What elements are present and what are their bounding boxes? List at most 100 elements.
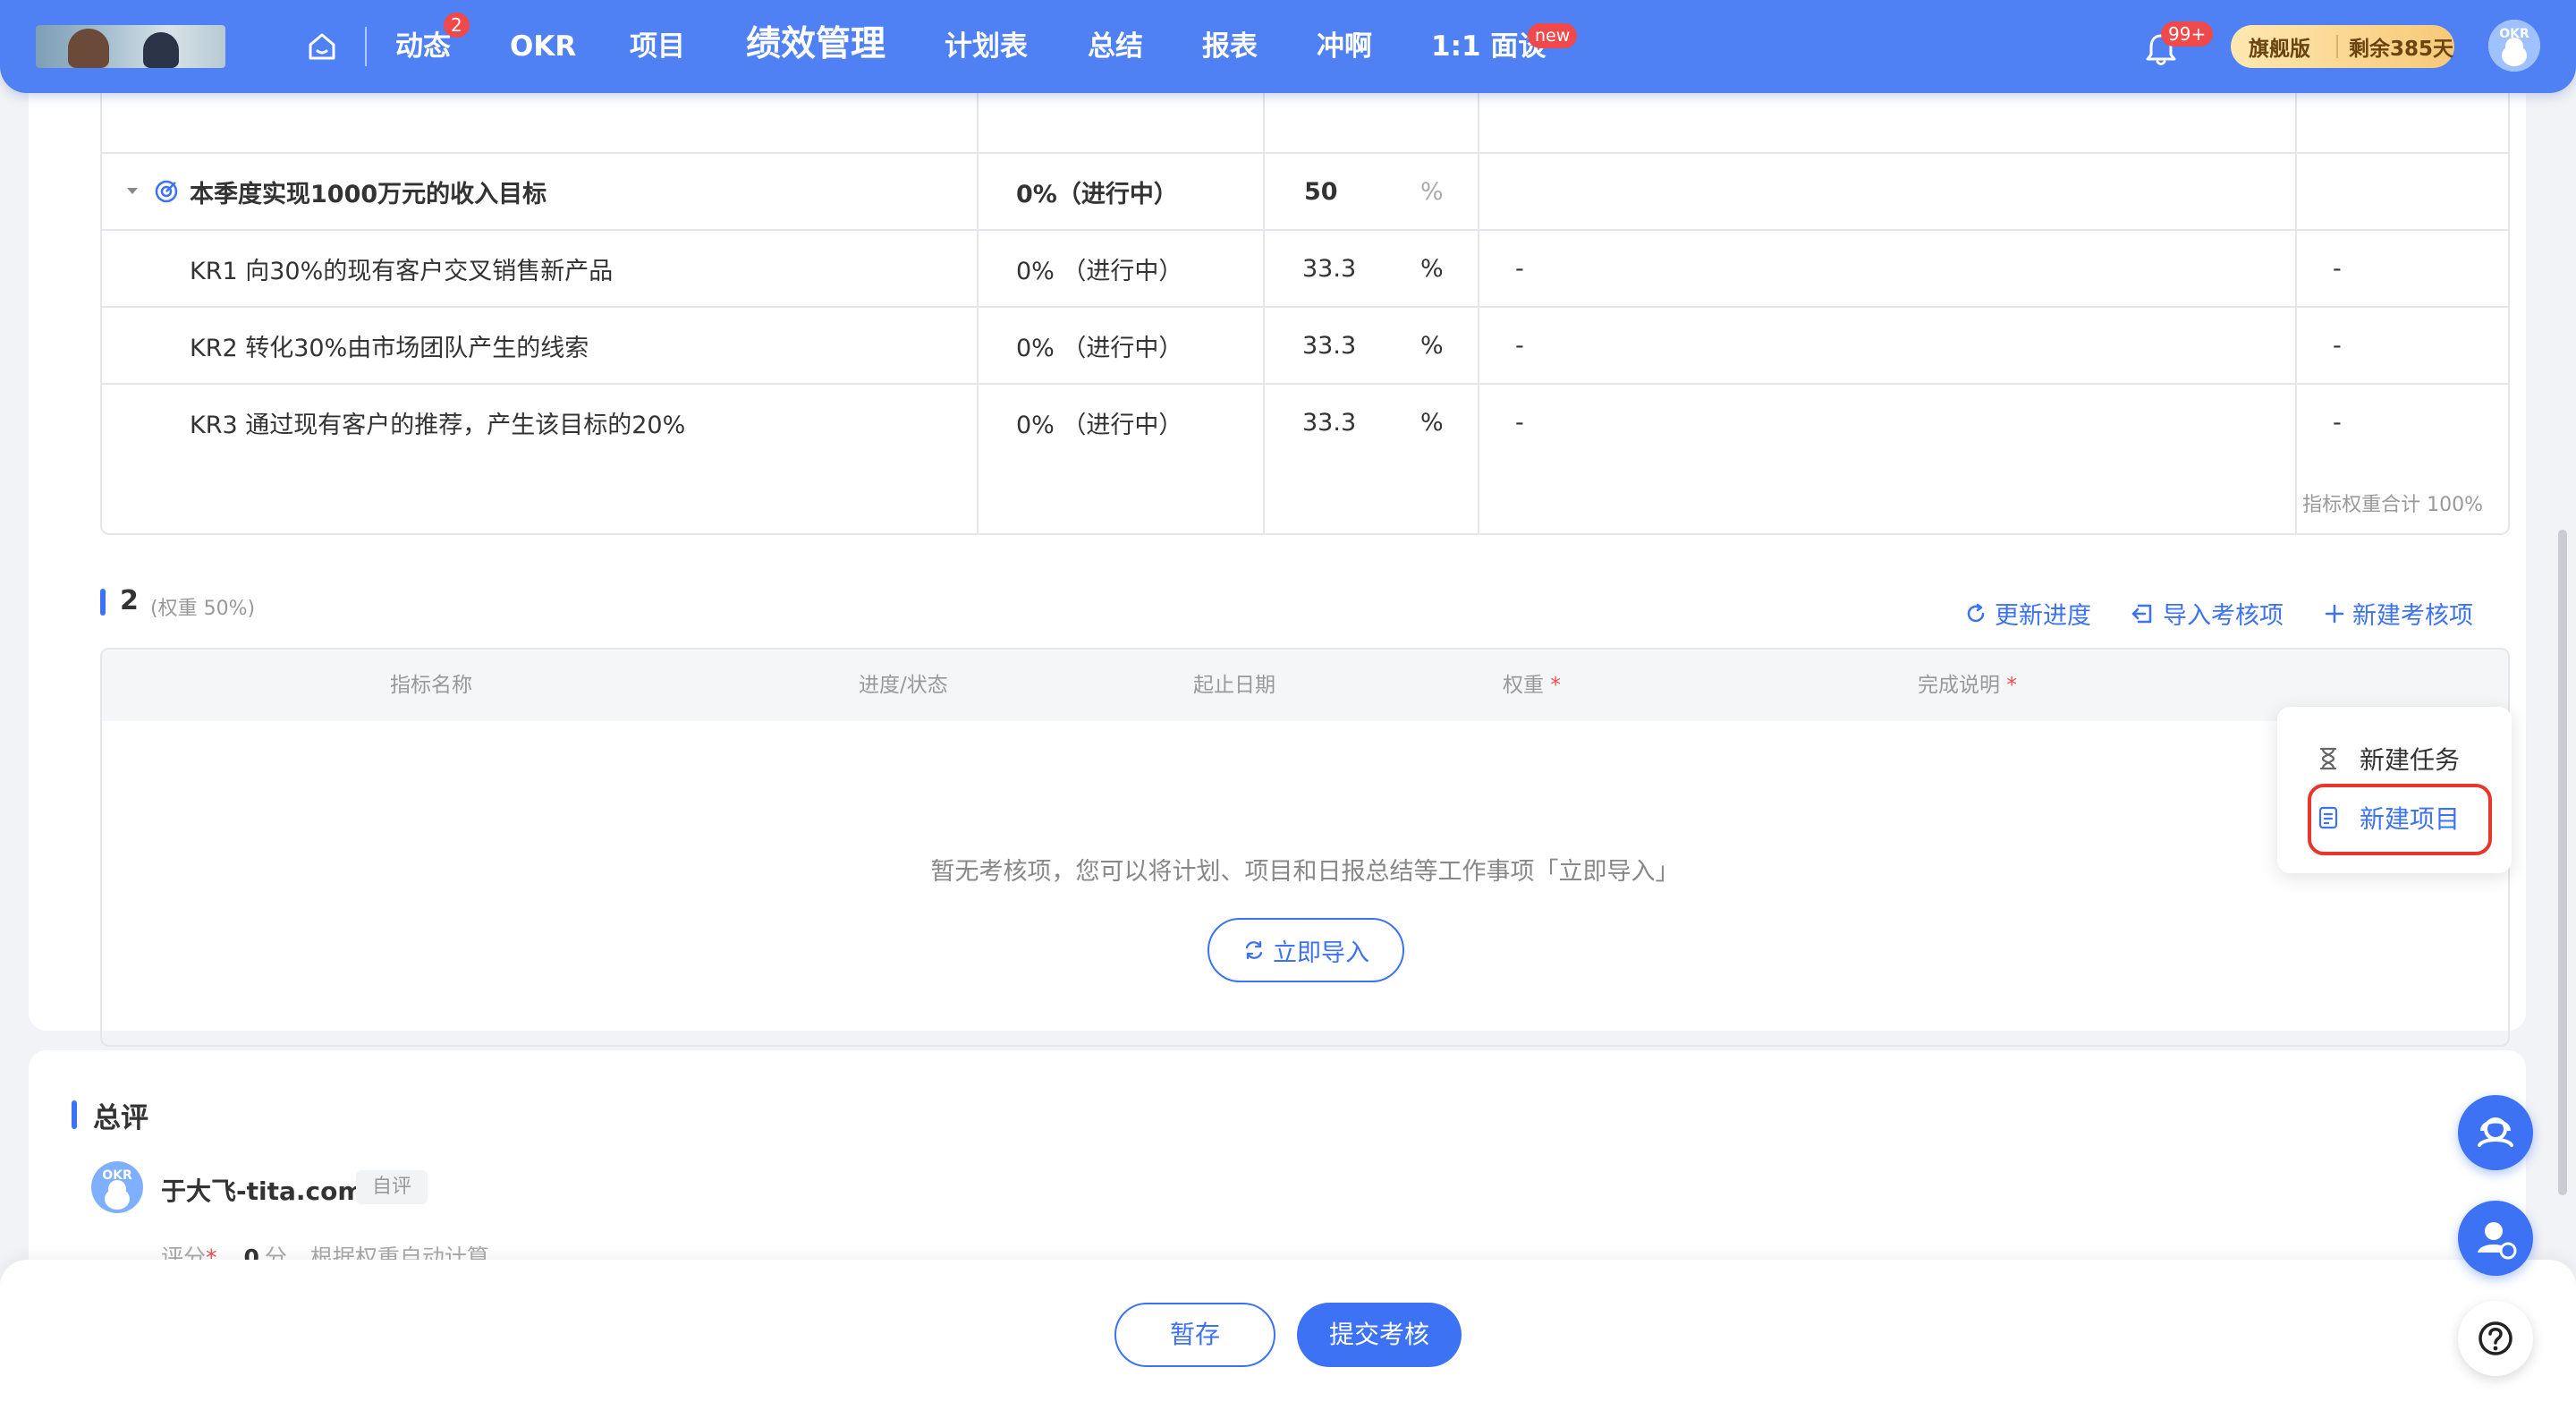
key-result-row: KR1 向30%的现有客户交叉销售新产品 0% （进行中） 33.3 % - - xyxy=(102,229,2508,306)
avatar-icon: OKR xyxy=(91,1161,143,1213)
nav-item-label: 报表 xyxy=(1202,30,1258,63)
contact-button[interactable] xyxy=(2458,1201,2533,1276)
nav-item-label: OKR xyxy=(510,30,577,63)
refresh-icon xyxy=(1967,603,1985,622)
overall-review-title: 总评 xyxy=(93,1102,148,1134)
objective-weight-unit: % xyxy=(1420,177,1444,206)
kr-extra: - xyxy=(2333,331,2342,360)
new-badge: new xyxy=(1528,23,1578,48)
nav-item-plan-table[interactable]: 计划表 xyxy=(945,25,1028,68)
required-mark: * xyxy=(2006,674,2017,697)
kr-progress: 0% （进行中） xyxy=(1016,334,1183,362)
update-progress-label: 更新进度 xyxy=(1995,602,2091,630)
customer-service-button[interactable] xyxy=(2458,1095,2533,1170)
create-item-button[interactable]: 新建考核项 xyxy=(2324,596,2473,631)
kr-weight-unit: % xyxy=(1420,254,1444,283)
import-icon xyxy=(2131,604,2152,623)
reviewer-name: 于大飞-tita.com xyxy=(161,1176,364,1206)
update-progress-button[interactable]: 更新进度 xyxy=(1964,596,2091,631)
key-result-row: KR3 通过现有客户的推荐，产生该目标的20% 0% （进行中） 33.3 % … xyxy=(102,383,2508,460)
highlight-box xyxy=(2308,784,2492,855)
empty-state-text: 暂无考核项，您可以将计划、项目和日报总结等工作事项「立即导入」 xyxy=(930,858,1680,886)
svg-text:OKR: OKR xyxy=(102,1168,132,1183)
column-header-description: 完成说明 * xyxy=(1918,650,2017,721)
table-header: 指标名称 进度/状态 起止日期 权重 * 完成说明 * xyxy=(102,650,2508,721)
import-items-label: 导入考核项 xyxy=(2163,602,2284,630)
objective-name: 本季度实现1000万元的收入目标 xyxy=(190,180,547,208)
nav-item-dynamic[interactable]: 动态 xyxy=(395,25,451,68)
objective-progress: 0%（进行中） xyxy=(1016,180,1178,208)
performance-card: 本季度实现1000万元的收入目标 0%（进行中） 50 % KR1 向30%的现… xyxy=(29,72,2526,1047)
kr-weight: 33.3 xyxy=(1302,254,1357,283)
nav-item-summary[interactable]: 总结 xyxy=(1088,25,1143,68)
bottom-action-bar: 暂存 提交考核 xyxy=(0,1260,2576,1410)
kr-description: - xyxy=(1515,254,1524,283)
home-icon[interactable] xyxy=(306,30,338,63)
column-header-progress: 进度/状态 xyxy=(859,674,948,697)
nav-item-performance[interactable]: 绩效管理 xyxy=(746,23,886,66)
top-nav: 动态 2 OKR 项目 绩效管理 计划表 总结 报表 冲啊 1:1 面谈 new… xyxy=(0,0,2576,93)
kr-progress: 0% （进行中） xyxy=(1016,411,1183,439)
nav-item-label: 冲啊 xyxy=(1317,30,1372,63)
section-accent-bar xyxy=(72,1100,77,1129)
section-number: 2 xyxy=(120,585,139,616)
plan-remaining: 剩余385天 xyxy=(2349,38,2454,61)
reviewer-avatar: OKR xyxy=(91,1161,143,1213)
notification-badge: 99+ xyxy=(2161,21,2214,47)
plus-icon xyxy=(2325,604,2344,623)
objective-weight: 50 xyxy=(1304,177,1338,206)
caret-down-icon xyxy=(127,188,138,194)
user-avatar[interactable]: OKR xyxy=(2488,20,2540,72)
description-header-label: 完成说明 xyxy=(1918,674,2000,697)
kr-progress: 0% （进行中） xyxy=(1016,257,1183,285)
kr-name: KR2 转化30%由市场团队产生的线索 xyxy=(190,334,589,362)
new-task-label: 新建任务 xyxy=(2360,745,2461,775)
dynamic-badge: 2 xyxy=(444,13,470,38)
import-now-button[interactable]: 立即导入 xyxy=(1208,918,1404,982)
kr-description: - xyxy=(1515,331,1524,360)
kr-weight-unit: % xyxy=(1420,408,1444,437)
nav-item-go[interactable]: 冲啊 xyxy=(1317,25,1372,68)
okr-indicator-table: 本季度实现1000万元的收入目标 0%（进行中） 50 % KR1 向30%的现… xyxy=(100,72,2510,535)
company-logo[interactable] xyxy=(36,25,225,68)
self-review-tag: 自评 xyxy=(356,1170,428,1204)
nav-divider xyxy=(365,27,367,66)
key-result-row: KR2 转化30%由市场团队产生的线索 0% （进行中） 33.3 % - - xyxy=(102,306,2508,383)
kr-description: - xyxy=(1515,408,1524,437)
kr-weight-unit: % xyxy=(1420,331,1444,360)
save-draft-button[interactable]: 暂存 xyxy=(1114,1303,1275,1367)
nav-item-label: 总结 xyxy=(1088,30,1143,63)
kr-extra: - xyxy=(2333,408,2342,437)
assessment-items-table: 指标名称 进度/状态 起止日期 权重 * 完成说明 * 暂无考核项，您可以将计划… xyxy=(100,648,2510,1047)
import-items-button[interactable]: 导入考核项 xyxy=(2131,596,2284,631)
nav-item-label: 绩效管理 xyxy=(746,24,886,64)
collapse-toggle[interactable] xyxy=(125,154,140,229)
nav-item-okr[interactable]: OKR xyxy=(510,25,576,68)
column-header-name: 指标名称 xyxy=(390,674,472,697)
import-now-label: 立即导入 xyxy=(1273,939,1369,967)
plan-badge[interactable]: 旗舰版 剩余385天 xyxy=(2231,25,2454,68)
kr-name: KR1 向30%的现有客户交叉销售新产品 xyxy=(190,257,614,285)
plan-divider xyxy=(2336,35,2338,58)
weight-total: 指标权重合计 100% xyxy=(2302,494,2483,516)
kr-name: KR3 通过现有客户的推荐，产生该目标的20% xyxy=(190,411,686,439)
svg-text:OKR: OKR xyxy=(2499,27,2529,41)
hourglass-icon xyxy=(2319,747,2337,770)
submit-review-button[interactable]: 提交考核 xyxy=(1297,1303,1462,1367)
nav-item-reports[interactable]: 报表 xyxy=(1202,25,1258,68)
sync-icon xyxy=(1245,940,1263,960)
create-item-label: 新建考核项 xyxy=(2352,602,2473,630)
dropdown-item-new-task[interactable]: 新建任务 xyxy=(2317,741,2460,777)
section-accent-bar xyxy=(100,589,106,616)
create-item-dropdown: 新建任务 新建项目 xyxy=(2277,707,2512,873)
nav-item-project[interactable]: 项目 xyxy=(630,25,685,68)
kr-extra: - xyxy=(2333,254,2342,283)
weight-header-label: 权重 xyxy=(1503,674,1544,697)
headset-icon xyxy=(2478,1117,2513,1147)
page-scrollbar[interactable] xyxy=(2558,530,2567,1195)
objective-target-icon xyxy=(154,154,179,229)
plan-label: 旗舰版 xyxy=(2249,38,2310,61)
section-weight: (权重 50%) xyxy=(150,598,256,620)
user-settings-icon xyxy=(2478,1222,2517,1260)
help-button[interactable] xyxy=(2458,1301,2533,1376)
